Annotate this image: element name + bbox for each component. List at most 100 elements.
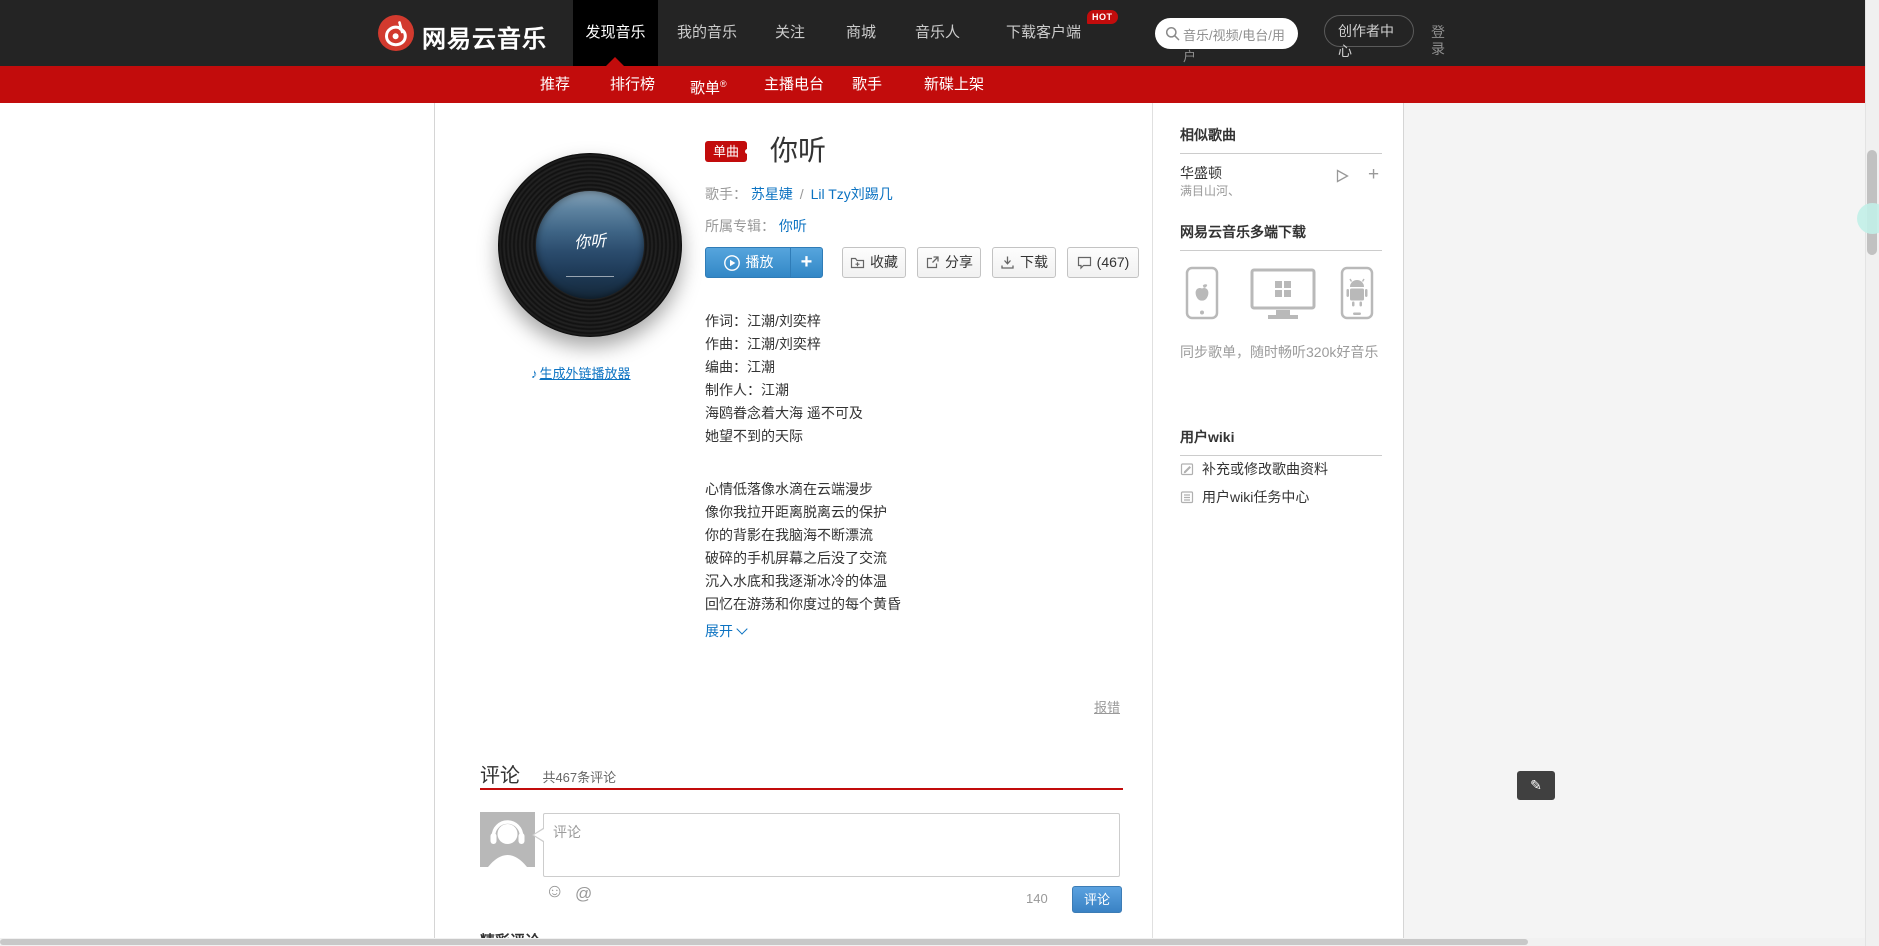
- expand-label: 展开: [705, 623, 733, 639]
- comments-title: 评论: [480, 765, 520, 787]
- pc-download-icon[interactable]: [1250, 268, 1316, 325]
- char-counter: 140: [1026, 891, 1048, 906]
- comments-header: 评论 共467条评论: [480, 759, 1123, 790]
- user-wiki-title: 用户wiki: [1180, 427, 1382, 456]
- lyrics-line: 回忆在游荡和你度过的每个黄昏: [705, 596, 901, 612]
- lyrics-line: 编曲：江潮: [705, 359, 775, 375]
- netease-logo-icon[interactable]: [378, 15, 414, 51]
- subnav-item-ranking[interactable]: 排行榜: [610, 66, 655, 103]
- lyrics-line: 破碎的手机屏幕之后没了交流: [705, 550, 887, 566]
- music-note-icon: ♪: [531, 366, 538, 381]
- main-sidebar-divider: [1152, 103, 1153, 946]
- share-icon: [926, 256, 939, 269]
- android-download-icon[interactable]: [1340, 266, 1374, 325]
- lyrics-line: 制作人：江潮: [705, 382, 789, 398]
- subnav-item-artist[interactable]: 歌手: [852, 66, 882, 103]
- list-doc-icon: [1180, 491, 1194, 504]
- subnav-item-radio[interactable]: 主播电台: [764, 66, 824, 103]
- comment-input[interactable]: [543, 813, 1120, 877]
- iphone-download-icon[interactable]: [1185, 266, 1219, 325]
- mention-icon[interactable]: @: [575, 884, 592, 904]
- avatar: [480, 812, 535, 867]
- album-row: 所属专辑： 你听: [705, 216, 807, 236]
- lyrics-line: 心情低落像水滴在云端漫步: [705, 481, 873, 497]
- album-link[interactable]: 你听: [779, 218, 807, 234]
- lyrics-verse: 心情低落像水滴在云端漫步 像你我拉开距离脱离云的保护 你的背影在我脑海不断漂流 …: [705, 478, 901, 616]
- nav-item-download-client[interactable]: 下载客户端: [1006, 0, 1081, 66]
- nav-item-follow[interactable]: 关注: [775, 0, 805, 66]
- multi-download-title: 网易云音乐多端下载: [1180, 222, 1382, 251]
- similar-song-name[interactable]: 华盛顿: [1180, 163, 1222, 183]
- subnav-item-recommend[interactable]: 推荐: [540, 66, 570, 103]
- feedback-pencil-icon: ✎: [1530, 777, 1542, 793]
- lyrics-line: 作曲：江潮/刘奕梓: [705, 336, 821, 352]
- download-button[interactable]: 下载: [992, 247, 1056, 278]
- subnav-item-playlist[interactable]: 歌单®: [690, 66, 727, 103]
- user-headphones-icon: [480, 812, 535, 867]
- creator-center-label: 创作者中心: [1338, 23, 1394, 59]
- hot-badge: HOT: [1087, 10, 1118, 24]
- comment-count-label: (467): [1096, 254, 1130, 270]
- play-button[interactable]: 播放: [705, 247, 791, 278]
- badge-dot: [745, 149, 751, 154]
- artist-separator: /: [799, 186, 804, 202]
- song-title: 你听: [770, 135, 827, 166]
- add-to-playlist-button[interactable]: +: [790, 247, 823, 278]
- brand-title: 网易云音乐: [422, 26, 547, 53]
- expand-lyrics-link[interactable]: 展开: [705, 621, 748, 641]
- favorite-button[interactable]: 收藏: [842, 247, 906, 278]
- comment-bubble-icon: [1077, 256, 1091, 270]
- play-label: 播放: [745, 254, 774, 270]
- play-circle-icon: [723, 254, 740, 271]
- wiki-item-task-center[interactable]: 用户wiki任务中心: [1180, 487, 1309, 507]
- artist-link-2[interactable]: Lil Tzy刘踢几: [811, 186, 893, 202]
- wiki-item-label: 用户wiki任务中心: [1202, 489, 1310, 505]
- vertical-scrollbar-track[interactable]: [1865, 0, 1879, 946]
- active-tab-caret: [606, 57, 624, 66]
- multi-download-desc: 同步歌单，随时畅听320k好音乐: [1180, 344, 1379, 360]
- favorite-label: 收藏: [870, 254, 898, 270]
- subnav-playlist-label: 歌单: [690, 80, 721, 97]
- wiki-item-label: 补充或修改歌曲资料: [1202, 461, 1328, 477]
- chevron-down-icon: [736, 623, 748, 635]
- outchain-player-label: 生成外链播放器: [539, 366, 631, 381]
- content-border-left: [434, 103, 435, 946]
- submit-comment-button[interactable]: 评论: [1072, 886, 1122, 913]
- wiki-item-edit-song-info[interactable]: 补充或修改歌曲资料: [1180, 459, 1328, 479]
- horizontal-scrollbar-thumb[interactable]: [0, 939, 1528, 945]
- outchain-player-link[interactable]: ♪ 生成外链播放器: [531, 363, 631, 382]
- nav-item-mall[interactable]: 商城: [846, 0, 876, 66]
- subnav-item-new-albums[interactable]: 新碟上架: [924, 66, 984, 103]
- lyrics-line: 像你我拉开距离脱离云的保护: [705, 504, 887, 520]
- lyrics-line: 你的背影在我脑海不断漂流: [705, 527, 873, 543]
- artist-link-1[interactable]: 苏星婕: [751, 186, 793, 202]
- nav-item-musician[interactable]: 音乐人: [915, 0, 960, 66]
- download-icon: [1001, 256, 1014, 269]
- lyrics-line: 她望不到的天际: [705, 428, 803, 444]
- registered-mark: ®: [720, 79, 727, 89]
- lyrics-credits: 作词：江潮/刘奕梓 作曲：江潮/刘奕梓 编曲：江潮 制作人：江潮 海鸥眷念着大海…: [705, 310, 863, 448]
- album-cover-caption-line: [566, 276, 614, 277]
- search-icon: [1165, 26, 1180, 41]
- report-error-link[interactable]: 报错: [1094, 697, 1120, 716]
- comments-count: 共467条评论: [542, 770, 617, 785]
- artist-row: 歌手： 苏星婕 / Lil Tzy刘踢几: [705, 184, 893, 204]
- feedback-widget-button[interactable]: ✎: [1517, 771, 1555, 800]
- emoji-icon[interactable]: ☺: [545, 882, 564, 902]
- artist-label: 歌手：: [705, 186, 747, 202]
- share-button[interactable]: 分享: [917, 247, 981, 278]
- download-label: 下载: [1020, 254, 1048, 270]
- single-badge-label: 单曲: [713, 144, 740, 159]
- comment-box-notch-inner: [534, 829, 544, 841]
- similar-song-artist[interactable]: 满目山河、: [1180, 182, 1240, 199]
- share-label: 分享: [945, 254, 973, 270]
- lyrics-line: 作词：江潮/刘奕梓: [705, 313, 821, 329]
- logo-note-glyph: [384, 21, 407, 47]
- nav-item-my-music[interactable]: 我的音乐: [677, 0, 737, 66]
- similar-song-play-icon[interactable]: [1336, 169, 1349, 188]
- comment-count-button[interactable]: (467): [1067, 247, 1139, 278]
- similar-song-add-icon[interactable]: +: [1368, 164, 1379, 186]
- login-link[interactable]: 登录: [1431, 24, 1447, 58]
- page-background-right: [1404, 103, 1865, 946]
- lyrics-line: 海鸥眷念着大海 遥不可及: [705, 405, 863, 421]
